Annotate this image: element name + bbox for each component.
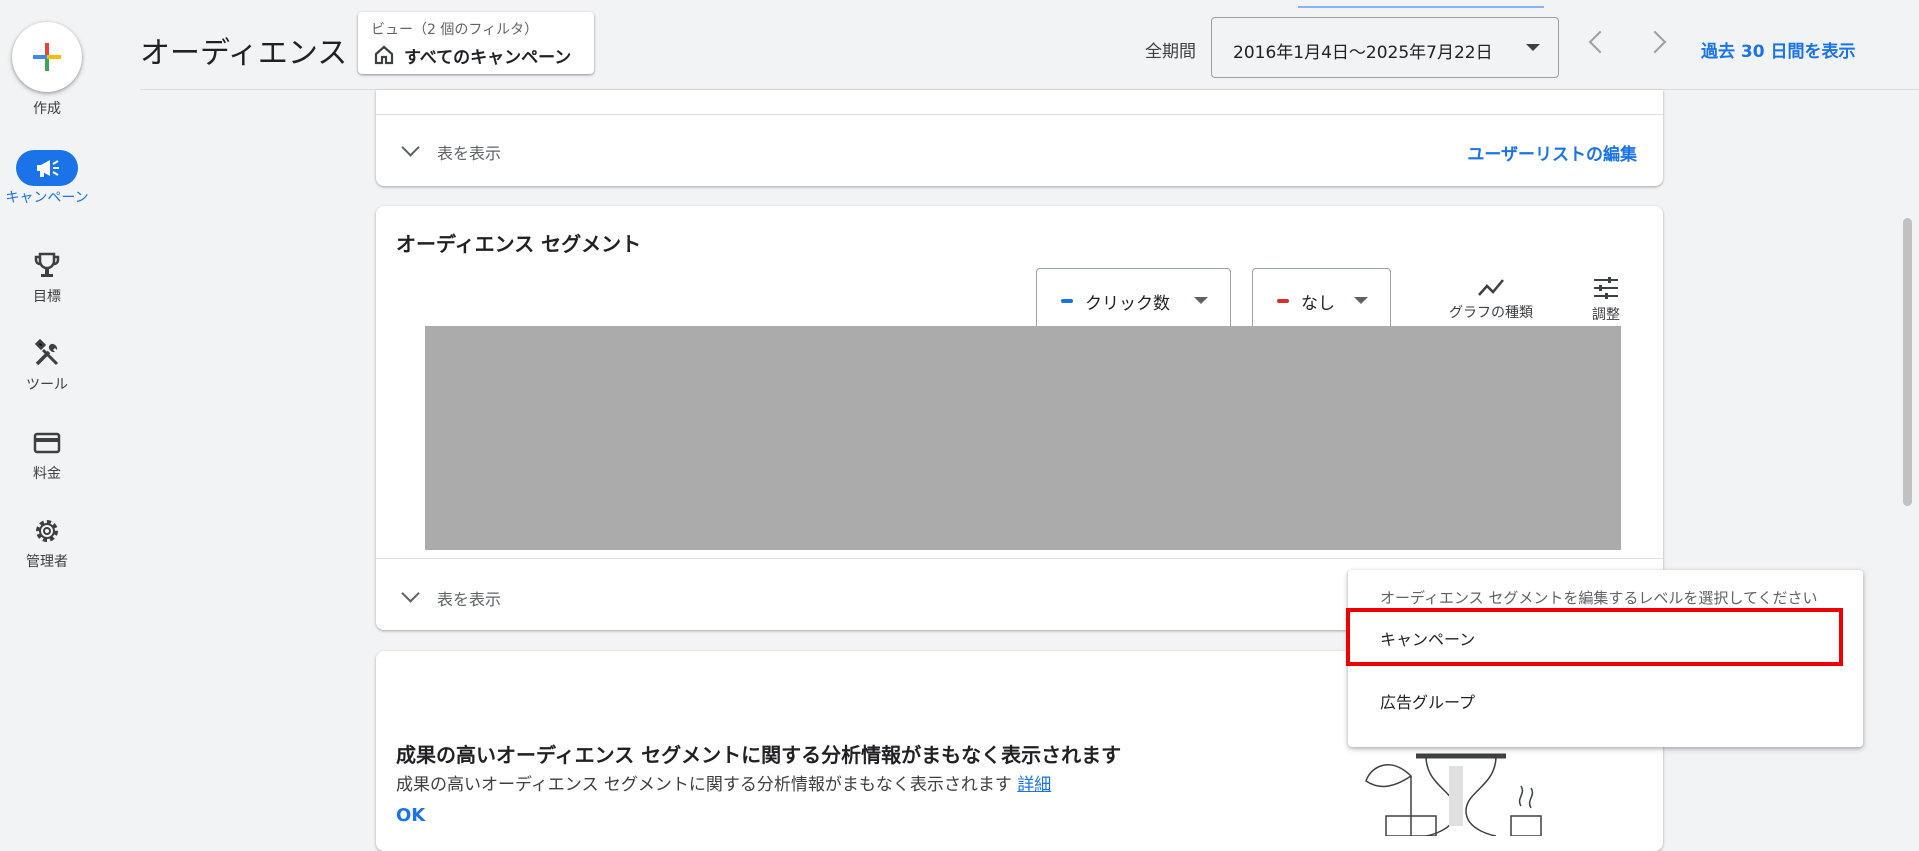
ok-button[interactable]: OK [396, 805, 425, 826]
learn-more-link[interactable]: 詳細 [1017, 775, 1051, 795]
menu-item-label: 広告グループ [1380, 693, 1476, 712]
series-color-dash [1061, 299, 1073, 303]
audience-segments-card: オーディエンス セグメント クリック数 なし グラフの種類 調整 表を表示 [376, 206, 1663, 630]
view-filter-chip[interactable]: ビュー（2 個のフィルタ） すべてのキャンペーン [358, 12, 594, 74]
adjust-button[interactable]: 調整 [1576, 276, 1636, 324]
show-table-label: 表を表示 [437, 144, 502, 163]
view-chip-label: すべてのキャンペーン [404, 48, 572, 68]
chevron-right-icon[interactable] [1643, 30, 1667, 54]
gear-icon [36, 520, 58, 542]
card-divider [376, 114, 1663, 115]
date-range-select[interactable]: 2016年1月4日～2025年7月22日 [1211, 17, 1559, 78]
hourglass-plant-illustration [1365, 753, 1542, 836]
insights-heading: 成果の高いオーディエンス セグメントに関する分析情報がまもなく表示されます [396, 743, 1122, 767]
insights-body: 成果の高いオーディエンス セグメントに関する分析情報がまもなく表示されます [396, 775, 1012, 795]
card-divider [376, 558, 1663, 559]
plus-icon [33, 43, 61, 71]
sidebar-item-label: ツール [26, 377, 68, 393]
chart-area [425, 326, 1621, 550]
show-past-30-days-link[interactable]: 過去 30 日間を表示 [1701, 37, 1856, 62]
credit-card-icon [33, 432, 61, 454]
tune-icon [1594, 277, 1618, 299]
view-chip-subtitle: ビュー（2 個のフィルタ） [371, 22, 539, 38]
insights-text: 成果の高いオーディエンス セグメントに関する分析情報がまもなく表示されます 詳細 [396, 770, 1051, 795]
chevron-down-icon [401, 138, 420, 157]
caret-down-icon [1194, 297, 1208, 304]
adjust-label: 調整 [1592, 307, 1620, 323]
chart-type-button[interactable]: グラフの種類 [1436, 276, 1546, 322]
scrollbar-thumb[interactable] [1903, 218, 1912, 506]
date-range-value: 2016年1月4日～2025年7月22日 [1233, 43, 1493, 63]
period-label: 全期間 [1145, 42, 1196, 62]
caret-down-icon [1354, 297, 1368, 304]
menu-hint: オーディエンス セグメントを編集するレベルを選択してください [1380, 589, 1818, 607]
menu-item-ad-group[interactable]: 広告グループ [1348, 673, 1863, 725]
metric-select-clicks[interactable]: クリック数 [1036, 268, 1231, 330]
line-chart-icon [1478, 279, 1504, 296]
show-table-toggle[interactable]: 表を表示 [401, 138, 502, 164]
metric-label: クリック数 [1085, 294, 1170, 314]
chart-type-label: グラフの種類 [1449, 305, 1533, 321]
create-label: 作成 [33, 101, 61, 117]
sidebar-item-label: 料金 [33, 466, 61, 482]
highlight-box [1346, 608, 1843, 666]
top-accent-line [1298, 6, 1544, 8]
user-list-card: 表を表示 ユーザーリストの編集 [376, 90, 1663, 186]
metric-select-none[interactable]: なし [1252, 268, 1391, 330]
caret-down-icon [1526, 44, 1540, 51]
sidebar-item-label: 目標 [33, 289, 61, 305]
edit-user-list-link[interactable]: ユーザーリストの編集 [1467, 140, 1637, 165]
create-button[interactable] [12, 22, 82, 92]
nav-rail: 作成 キャンペーン 目標 ツール 料金 管理者 [0, 0, 94, 833]
page-title: オーディエンス [140, 36, 348, 71]
metric-label: なし [1301, 294, 1335, 314]
sidebar-item-campaigns[interactable]: キャンペーン [0, 190, 94, 207]
megaphone-icon [37, 160, 59, 177]
nav-campaigns-pill[interactable] [16, 150, 78, 186]
chevron-down-icon [401, 584, 420, 603]
trophy-icon [34, 252, 60, 277]
home-icon [374, 45, 394, 65]
show-table-toggle[interactable]: 表を表示 [401, 584, 502, 610]
tools-icon [34, 338, 59, 366]
show-table-label: 表を表示 [437, 590, 502, 609]
card-title: オーディエンス セグメント [396, 232, 642, 256]
chevron-left-icon[interactable] [1588, 30, 1612, 54]
sidebar-item-label: 管理者 [26, 554, 68, 570]
series-color-dash [1277, 299, 1289, 303]
